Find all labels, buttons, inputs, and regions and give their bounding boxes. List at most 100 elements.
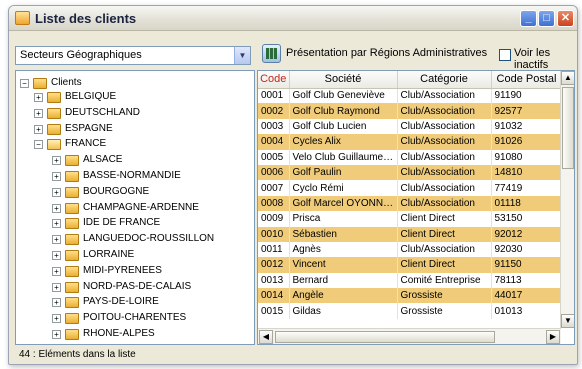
tree-item[interactable]: + IDE DE FRANCE — [52, 217, 252, 230]
expand-icon[interactable]: + — [52, 266, 61, 276]
expand-icon[interactable]: + — [52, 282, 61, 292]
tree-item[interactable]: − FRANCE — [34, 138, 252, 151]
table-row[interactable]: 0001 Golf Club Geneviève Club/Association 9… — [258, 88, 563, 104]
cell-code-postal: 14810 — [491, 164, 563, 181]
expand-icon[interactable]: + — [52, 314, 61, 324]
tree-item[interactable]: + MIDI-PYRENEES — [52, 265, 252, 278]
folder-icon — [65, 313, 79, 325]
expand-icon[interactable]: + — [52, 251, 61, 260]
horizontal-scrollbar[interactable]: ◀ ▶ — [258, 328, 561, 344]
chevron-down-icon[interactable]: ▼ — [234, 47, 250, 64]
table-row[interactable]: 0008 Golf Marcel OYONNAX Club/Association 0… — [258, 195, 563, 212]
client-table[interactable]: Code Société Catégorie Code Postal 0001 G… — [257, 70, 575, 345]
table-row[interactable]: 0010 Sébastien Client Direct 92012 — [258, 226, 563, 242]
cell-code: 0004 — [258, 134, 290, 150]
vertical-scrollbar[interactable]: ▲ ▼ — [560, 71, 574, 328]
tree-item[interactable]: + RHONE-ALPES — [52, 328, 252, 341]
cell-code: 0013 — [258, 272, 290, 289]
table-row[interactable]: 0013 Bernard Comité Entreprise 78113 — [258, 272, 563, 289]
tree-item[interactable]: + DEUTSCHLAND — [34, 107, 252, 120]
scroll-right-icon[interactable]: ▶ — [546, 330, 560, 344]
vertical-scroll-thumb[interactable] — [562, 87, 574, 169]
tree-item[interactable]: + CHAMPAGNE-ARDENNE — [52, 202, 252, 215]
tree-item[interactable]: + POITOU-CHARENTES — [52, 312, 252, 325]
folder-icon — [65, 297, 79, 309]
expand-icon[interactable]: + — [52, 172, 61, 181]
presentation-label[interactable]: Présentation par Régions Administratives — [286, 47, 487, 59]
tree-item[interactable]: + LORRAINE — [52, 249, 252, 262]
folder-icon — [65, 155, 79, 167]
tree-item[interactable]: + ESPAGNE — [34, 123, 252, 136]
inactive-label[interactable]: Voir les inactifs — [514, 47, 577, 71]
expand-icon[interactable]: + — [34, 124, 43, 134]
expand-icon[interactable]: + — [52, 156, 61, 166]
presentation-icon[interactable] — [262, 44, 281, 63]
tree-item[interactable]: + PAYS-DE-LOIRE — [52, 296, 252, 309]
cell-societe: Cyclo Rémi — [289, 180, 398, 196]
scroll-left-icon[interactable]: ◀ — [259, 330, 273, 344]
title-bar[interactable]: Liste des clients _ □ ✕ — [9, 6, 577, 31]
tree-item[interactable]: + LANGUEDOC-ROUSSILLON — [52, 233, 252, 246]
table-header: Code Société Catégorie Code Postal — [258, 71, 563, 89]
expand-icon[interactable]: + — [34, 93, 43, 102]
cell-code-postal: 44017 — [491, 288, 563, 304]
minimize-icon[interactable]: _ — [520, 10, 537, 27]
tree-item[interactable]: + BELGIQUE — [34, 91, 252, 104]
tree-item-label: ESPAGNE — [65, 122, 113, 134]
column-header-code-postal[interactable]: Code Postal — [491, 71, 563, 89]
expand-icon[interactable]: + — [52, 187, 61, 197]
table-row[interactable]: 0007 Cyclo Rémi Club/Association 77419 — [258, 180, 563, 196]
folder-icon — [65, 281, 79, 293]
inactive-checkbox[interactable] — [499, 49, 511, 61]
table-row[interactable]: 0009 Prisca Client Direct 53150 — [258, 211, 563, 227]
maximize-icon[interactable]: □ — [538, 10, 555, 27]
cell-code-postal: 92012 — [491, 226, 563, 242]
folder-icon — [65, 265, 79, 277]
expand-icon[interactable]: + — [52, 298, 61, 308]
scroll-down-icon[interactable]: ▼ — [561, 314, 574, 328]
cell-code: 0012 — [258, 257, 290, 273]
cell-categorie: Club/Association — [397, 103, 492, 119]
table-row[interactable]: 0003 Golf Club Lucien Club/Association 9103… — [258, 118, 563, 135]
column-header-categorie[interactable]: Catégorie — [397, 71, 492, 89]
sector-select-value: Secteurs Géographiques — [20, 49, 142, 61]
expand-icon[interactable]: + — [34, 108, 43, 118]
tree-item[interactable]: + ALSACE — [52, 154, 252, 167]
cell-societe: Golf Club Geneviève — [289, 88, 398, 104]
scroll-up-icon[interactable]: ▲ — [561, 71, 574, 85]
tree-item-label: FRANCE — [65, 138, 107, 150]
expand-icon[interactable]: + — [52, 330, 61, 339]
table-row[interactable]: 0002 Golf Club Raymond Club/Association 925… — [258, 103, 563, 119]
horizontal-scroll-thumb[interactable] — [275, 331, 495, 343]
column-header-societe[interactable]: Société — [289, 71, 398, 89]
table-row[interactable]: 0015 Gildas Grossiste 01013 — [258, 303, 563, 319]
folder-icon — [47, 123, 61, 135]
cell-categorie: Grossiste — [397, 288, 492, 304]
tree-root[interactable]: − Clients — [20, 77, 120, 90]
table-row[interactable]: 0005 Velo Club Guillaume C... Club/Associa… — [258, 149, 563, 165]
close-icon[interactable]: ✕ — [557, 10, 574, 27]
tree-item[interactable]: + BOURGOGNE — [52, 186, 252, 199]
table-row[interactable]: 0012 Vincent Client Direct 91150 — [258, 257, 563, 273]
cell-code: 0006 — [258, 164, 290, 181]
collapse-icon[interactable]: − — [34, 140, 43, 150]
cell-societe: Prisca — [289, 211, 398, 227]
column-header-code[interactable]: Code — [258, 71, 290, 89]
tree-item-label: BOURGOGNE — [83, 185, 150, 197]
cell-code: 0005 — [258, 149, 290, 165]
table-row[interactable]: 0006 Golf Paulin Club/Association 14810 — [258, 164, 563, 181]
region-tree[interactable]: − Clients + BELGIQUE + DEUTSCHLAND + ESPAGNE −… — [15, 70, 255, 345]
cell-societe: Sébastien — [289, 226, 398, 242]
table-row[interactable]: 0004 Cycles Alix Club/Association 91026 — [258, 134, 563, 150]
collapse-icon[interactable]: − — [20, 79, 29, 88]
expand-icon[interactable]: + — [52, 219, 61, 229]
cell-categorie: Club/Association — [397, 164, 492, 181]
sector-select[interactable]: Secteurs Géographiques ▼ — [15, 46, 251, 65]
expand-icon[interactable]: + — [52, 235, 61, 245]
table-row[interactable]: 0011 Agnès Club/Association 92030 — [258, 241, 563, 258]
expand-icon[interactable]: + — [52, 203, 61, 213]
cell-code-postal: 91080 — [491, 149, 563, 165]
tree-item[interactable]: + BASSE-NORMANDIE — [52, 170, 252, 183]
tree-item[interactable]: + NORD-PAS-DE-CALAIS — [52, 281, 252, 294]
table-row[interactable]: 0014 Angèle Grossiste 44017 — [258, 288, 563, 304]
